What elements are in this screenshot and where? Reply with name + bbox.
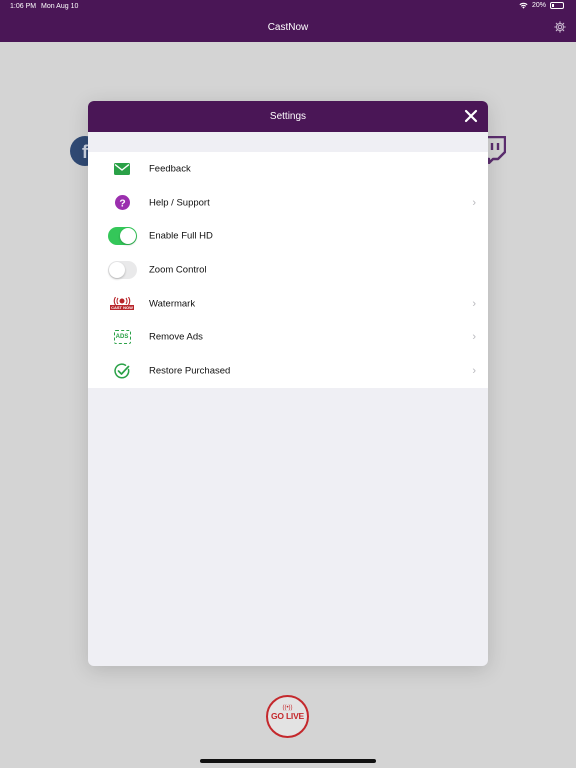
gear-icon[interactable] [554,21,566,33]
settings-row-label: Help / Support [149,197,210,209]
settings-row-remove-ads[interactable]: ADS Remove Ads › [88,320,488,354]
watermark-icon-text: CAST NOW [110,305,134,311]
go-live-button[interactable]: ((•)) GO LIVE [266,695,309,738]
status-date: Mon Aug 10 [41,3,79,10]
settings-row-watermark[interactable]: CAST NOW Watermark › [88,287,488,321]
toggle-container [107,227,137,246]
castnow-logo-icon: CAST NOW [107,295,137,313]
svg-text:?: ? [119,198,125,209]
modal-title: Settings [269,111,307,122]
settings-row-restore-purchased[interactable]: Restore Purchased › [88,354,488,388]
ads-icon: ADS [107,328,137,346]
toggle-container [107,260,137,279]
close-icon[interactable] [464,109,478,123]
status-time: 1:06 PM [10,3,37,10]
settings-row-label: Enable Full HD [149,230,213,242]
settings-row-feedback[interactable]: Feedback [88,152,488,186]
ads-icon-text: ADS [113,330,131,345]
chevron-right-icon: › [472,196,476,209]
chevron-right-icon: › [472,297,476,310]
status-bar: 1:06 PM Mon Aug 10 20% [0,0,576,14]
settings-row-label: Feedback [149,163,191,175]
settings-row-label: Zoom Control [149,264,207,276]
wifi-icon [519,2,528,9]
envelope-icon [107,160,137,178]
battery-percent: 20% [531,2,546,9]
battery-icon [550,2,564,9]
settings-row-label: Remove Ads [149,331,203,343]
nav-bar: 1:06 PM Mon Aug 10 20% CastNow [0,0,576,42]
full-hd-toggle[interactable] [107,227,137,246]
settings-row-full-hd: Enable Full HD [88,219,488,253]
settings-modal: Settings Feedback ? Help / Support › Ena… [88,101,488,666]
app-title: CastNow [267,22,309,33]
question-icon: ? [107,194,137,212]
settings-list: Feedback ? Help / Support › Enable Full … [88,152,488,388]
settings-row-help-support[interactable]: ? Help / Support › [88,186,488,220]
modal-header: Settings [88,101,488,132]
settings-row-label: Watermark [149,298,196,310]
home-indicator[interactable] [200,759,376,763]
zoom-control-toggle[interactable] [107,260,137,279]
settings-row-label: Restore Purchased [149,365,231,377]
chevron-right-icon: › [472,331,476,344]
go-live-label: GO LIVE [270,711,305,721]
chevron-right-icon: › [472,364,476,377]
settings-row-zoom-control: Zoom Control [88,253,488,287]
check-circle-icon [107,362,137,380]
